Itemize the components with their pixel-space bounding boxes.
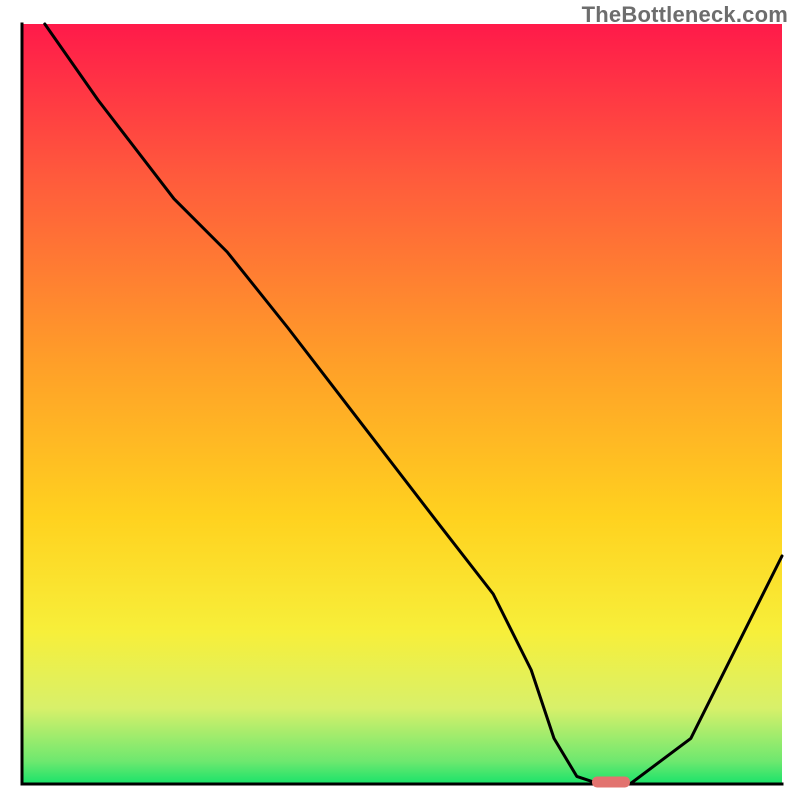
watermark-text: TheBottleneck.com [582,2,788,28]
optimal-marker [592,777,630,788]
plot-background [22,24,782,784]
bottleneck-chart: TheBottleneck.com [0,0,800,800]
chart-svg [0,0,800,800]
